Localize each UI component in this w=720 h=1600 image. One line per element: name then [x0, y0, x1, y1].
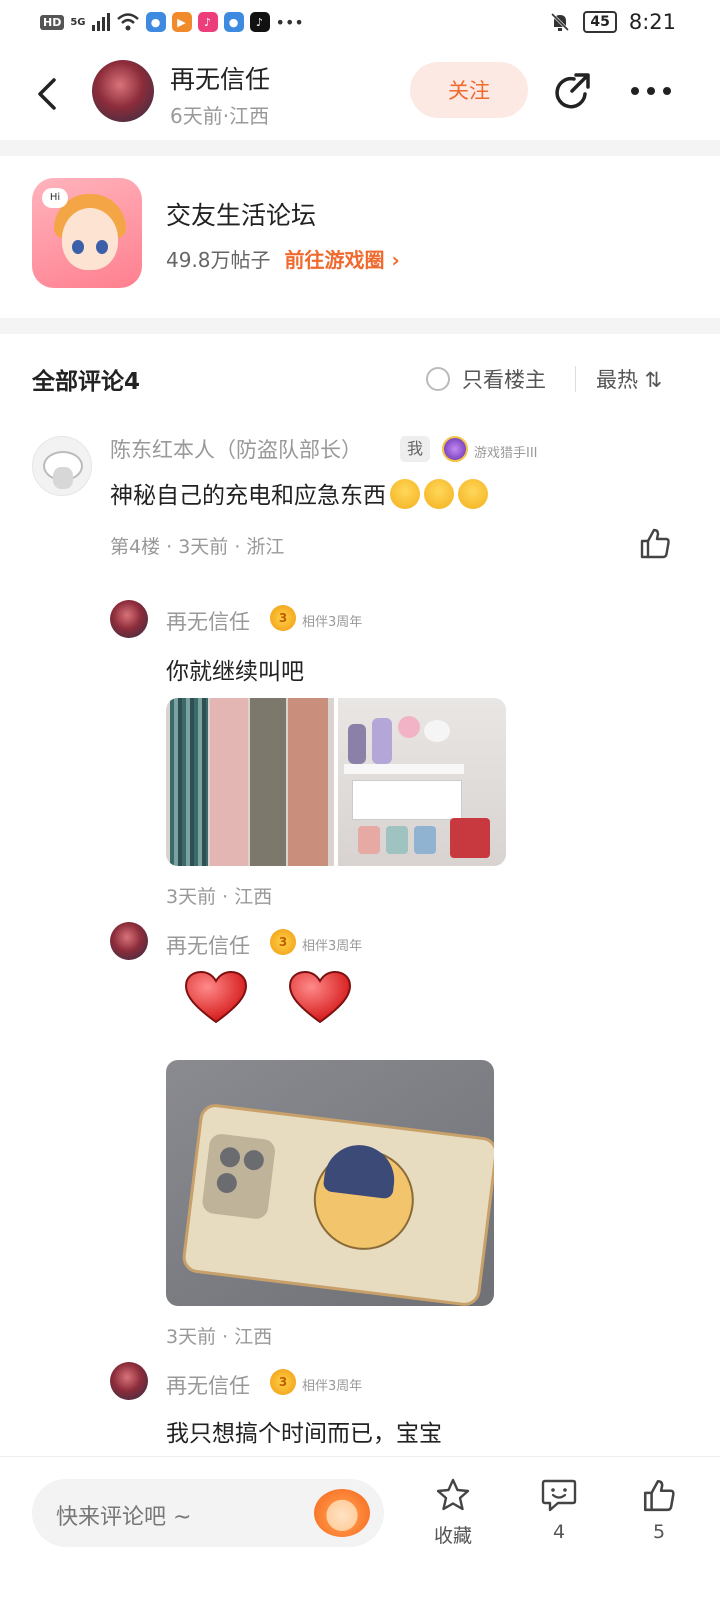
anniversary-badge-label: 相伴3周年: [302, 1379, 363, 1394]
laugh-emoji-icon: [390, 479, 420, 509]
battery-indicator: 45: [583, 11, 617, 33]
header-divider: [0, 140, 720, 156]
phone-case-photo[interactable]: [166, 1060, 494, 1306]
game-hunter-badge-icon: [442, 436, 468, 462]
comment-count[interactable]: 4: [524, 1521, 594, 1543]
favorite-label[interactable]: 收藏: [418, 1521, 488, 1548]
star-icon[interactable]: [434, 1477, 472, 1513]
only-op-toggle[interactable]: 只看楼主: [426, 364, 546, 394]
follow-button[interactable]: 关注: [410, 62, 528, 118]
anniversary-badge-label: 相伴3周年: [302, 939, 363, 954]
author-name[interactable]: 再无信任: [170, 60, 270, 96]
reply-meta: 3天前 · 江西: [166, 886, 273, 908]
comments-header: 全部评论4 只看楼主 最热 ⇅: [0, 350, 720, 406]
author-avatar[interactable]: [92, 60, 154, 122]
tiktok-icon: ♪: [249, 12, 270, 32]
post-header: 再无信任 6天前·江西 关注: [0, 48, 720, 140]
comment-input[interactable]: 快来评论吧 ~: [32, 1479, 384, 1547]
heart-emoji-icon: [184, 970, 248, 1024]
comment-text: 神秘自己的充电和应急东西: [110, 476, 488, 510]
share-icon[interactable]: [552, 72, 592, 112]
hd-badge: HD: [40, 14, 65, 30]
sort-hot-button[interactable]: 最热 ⇅: [596, 364, 662, 394]
like-button[interactable]: 5: [624, 1477, 694, 1543]
app-notification-icon: ●: [145, 12, 166, 32]
music-app-icon: ♪: [197, 12, 218, 32]
only-op-label[interactable]: 只看楼主: [462, 364, 546, 394]
reply-author-name[interactable]: 再无信任: [166, 930, 250, 960]
author-meta: 6天前·江西: [170, 104, 270, 128]
reply-avatar[interactable]: [110, 1362, 148, 1400]
status-icons-left: HD 5G ● ▶ ♪ ● ♪ •••: [40, 12, 304, 32]
me-tag: 我: [400, 436, 430, 462]
app-notification-icon-2: ●: [223, 12, 244, 32]
bathroom-shelf-photo[interactable]: [338, 698, 506, 866]
bottom-action-bar: 快来评论吧 ~ 收藏 4 5: [0, 1456, 720, 1600]
mascot-emoji-icon[interactable]: [314, 1489, 370, 1537]
signal-icon: [91, 13, 110, 31]
towels-photo[interactable]: [166, 698, 334, 866]
more-options-icon[interactable]: [630, 76, 672, 106]
commenter-avatar[interactable]: [32, 436, 92, 496]
status-icons-right: 45 8:21: [549, 10, 676, 34]
reply-text: 我只想搞个时间而已，宝宝: [166, 1421, 442, 1447]
game-hunter-badge-label: 游戏猎手III: [474, 446, 538, 461]
video-app-icon: ▶: [171, 12, 192, 32]
comment-count-button[interactable]: 4: [524, 1477, 594, 1543]
forum-divider: [0, 318, 720, 334]
forum-meta: 49.8万帖子 前往游戏圈 ›: [166, 244, 400, 273]
anniversary-badge-icon: 3: [270, 929, 296, 955]
go-to-circle-link[interactable]: 前往游戏圈 ›: [285, 244, 400, 273]
reply-meta: 3天前 · 江西: [166, 1326, 273, 1348]
hi-bubble: Hi: [42, 188, 68, 208]
comment-meta: 第4楼 · 3天前 · 浙江: [110, 536, 285, 558]
comment-bubble-icon[interactable]: [540, 1477, 578, 1513]
comments-title: 全部评论4: [32, 369, 141, 395]
laugh-emoji-icon: [458, 479, 488, 509]
forum-post-count: 49.8万帖子: [166, 248, 271, 272]
anniversary-badge-icon: 3: [270, 605, 296, 631]
status-bar: HD 5G ● ▶ ♪ ● ♪ ••• 45 8:21: [0, 0, 720, 48]
thumbs-up-icon[interactable]: [640, 1477, 678, 1513]
radio-icon[interactable]: [426, 367, 450, 391]
commenter-name[interactable]: 陈东红本人（防盗队部长）: [110, 434, 362, 464]
reply-text: 你就继续叫吧: [166, 659, 304, 685]
mute-bell-icon: [551, 12, 570, 32]
like-count[interactable]: 5: [624, 1521, 694, 1543]
header-separator: [575, 366, 576, 392]
reply-avatar[interactable]: [110, 922, 148, 960]
thumbs-up-icon[interactable]: [638, 526, 672, 560]
more-notifications-icon: •••: [275, 12, 304, 32]
forum-icon: Hi: [32, 178, 142, 288]
heart-emoji-icon: [288, 970, 352, 1024]
clock: 8:21: [628, 10, 676, 34]
network-type-label: 5G: [70, 16, 86, 28]
reply-author-name[interactable]: 再无信任: [166, 606, 250, 636]
reply-author-name[interactable]: 再无信任: [166, 1370, 250, 1400]
wifi-icon: [116, 13, 139, 31]
forum-title[interactable]: 交友生活论坛: [166, 196, 316, 232]
forum-card[interactable]: Hi 交友生活论坛 49.8万帖子 前往游戏圈 ›: [0, 156, 720, 316]
back-arrow-icon[interactable]: [30, 74, 66, 114]
comment-input-placeholder[interactable]: 快来评论吧 ~: [56, 1499, 191, 1531]
favorite-button[interactable]: 收藏: [418, 1477, 488, 1548]
anniversary-badge-icon: 3: [270, 1369, 296, 1395]
laugh-emoji-icon: [424, 479, 454, 509]
anniversary-badge-label: 相伴3周年: [302, 615, 363, 630]
reply-avatar[interactable]: [110, 600, 148, 638]
